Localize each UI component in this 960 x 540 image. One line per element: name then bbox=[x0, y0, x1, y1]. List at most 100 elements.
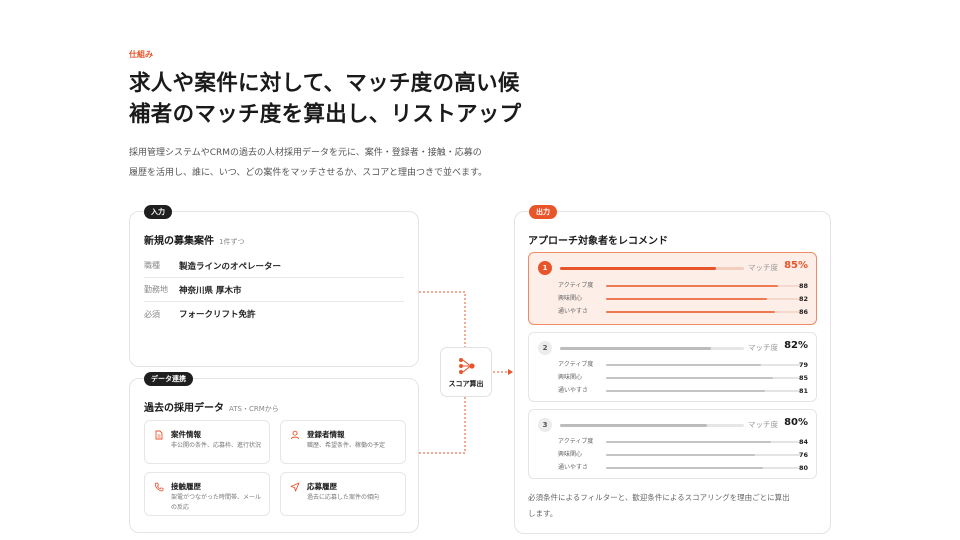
metric-bar-fill bbox=[606, 390, 765, 392]
field-row-location: 勤務地 神奈川県 厚木市 bbox=[144, 278, 404, 302]
source-registrant-info: 登録者情報 職歴、希望条件、稼働の予定 bbox=[280, 420, 406, 464]
metric-label: アクティブ度 bbox=[558, 438, 594, 445]
metric-row: 通いやすさ 80 bbox=[558, 463, 808, 473]
output-footnote: 必須条件によるフィルターと、歓迎条件によるスコアリングを理由ごとに算出 します。 bbox=[528, 490, 818, 522]
input-card-subtitle: 1件ずつ bbox=[219, 238, 245, 246]
field-value: フォークリフト免許 bbox=[179, 310, 256, 320]
rank-badge: 1 bbox=[538, 261, 552, 275]
metric-bar bbox=[606, 298, 802, 300]
output-arrowhead bbox=[508, 369, 513, 375]
metric-value: 81 bbox=[798, 387, 808, 395]
footnote-line-1: 必須条件によるフィルターと、歓迎条件によるスコアリングを理由ごとに算出 bbox=[528, 493, 790, 502]
metric-bar bbox=[606, 377, 802, 379]
headline-line-1: 求人や案件に対して、マッチ度の高い候 bbox=[129, 71, 520, 96]
data-connector bbox=[419, 397, 466, 454]
metric-value: 88 bbox=[798, 282, 808, 290]
candidate-card-1[interactable]: 1 マッチ度 85% アクティブ度 88 興味関心 82 通いやすさ 86 bbox=[528, 252, 817, 325]
rank-badge: 2 bbox=[538, 341, 552, 355]
metric-label: アクティブ度 bbox=[558, 282, 594, 289]
lead-paragraph: 採用管理システムやCRMの過去の人材採用データを元に、案件・登録者・接触・応募の… bbox=[129, 143, 569, 183]
metric-bar-fill bbox=[606, 377, 773, 379]
page-headline: 求人や案件に対して、マッチ度の高い候 補者のマッチ度を算出し、リストアップ bbox=[129, 68, 559, 130]
metric-value: 82 bbox=[798, 295, 808, 303]
input-connector bbox=[419, 291, 466, 347]
candidate-card-3[interactable]: 3 マッチ度 80% アクティブ度 84 興味関心 76 通いやすさ 80 bbox=[528, 409, 817, 479]
metric-row: 通いやすさ 86 bbox=[558, 307, 808, 317]
field-value: 神奈川県 厚木市 bbox=[179, 285, 242, 296]
match-bar bbox=[560, 424, 744, 427]
input-card-title-text: 新規の募集案件 bbox=[144, 236, 214, 247]
footnote-line-2: します。 bbox=[528, 509, 558, 518]
rank-badge: 3 bbox=[538, 418, 552, 432]
metric-value: 76 bbox=[798, 451, 808, 459]
metric-value: 79 bbox=[798, 361, 808, 369]
metric-bar-fill bbox=[606, 454, 755, 456]
field-label: 職種 bbox=[144, 261, 160, 270]
source-application-history: 応募履歴 過去に応募した案件の傾向 bbox=[280, 472, 406, 516]
output-card-title: アプローチ対象者をレコメンド bbox=[528, 236, 668, 247]
data-badge: データ連携 bbox=[144, 372, 193, 386]
metric-bar-fill bbox=[606, 441, 771, 443]
field-row-required: 必須 フォークリフト免許 bbox=[144, 302, 404, 326]
metric-bar-fill bbox=[606, 364, 761, 366]
match-bar bbox=[560, 267, 744, 270]
input-card: 入力 新規の募集案件 1件ずつ 職種 製造ラインのオペレーター 勤務地 神奈川県 … bbox=[129, 205, 419, 367]
metric-bar-fill bbox=[606, 298, 767, 300]
metric-bar-fill bbox=[606, 467, 763, 469]
score-value: 85% bbox=[784, 260, 808, 271]
data-card-subtitle: ATS・CRMから bbox=[229, 405, 279, 413]
source-desc: 架電がつながった時間帯、メールの反応 bbox=[171, 494, 262, 511]
metric-row: 興味関心 76 bbox=[558, 450, 808, 460]
score-value: 82% bbox=[784, 340, 808, 351]
candidate-card-2[interactable]: 2 マッチ度 82% アクティブ度 79 興味関心 85 通いやすさ 81 bbox=[528, 332, 817, 402]
hub-label: スコア算出 bbox=[448, 380, 484, 388]
metric-bar-fill bbox=[606, 311, 775, 313]
score-label: マッチ度 bbox=[748, 343, 778, 352]
source-desc: 職歴、希望条件、稼働の予定 bbox=[307, 442, 386, 449]
field-value: 製造ラインのオペレーター bbox=[179, 261, 282, 272]
input-badge: 入力 bbox=[144, 205, 172, 219]
metric-value: 85 bbox=[798, 374, 808, 382]
metric-bar bbox=[606, 364, 802, 366]
source-title: 案件情報 bbox=[171, 430, 201, 439]
headline-line-2: 補者のマッチ度を算出し、リストアップ bbox=[129, 102, 522, 127]
metric-value: 80 bbox=[798, 464, 808, 472]
metric-row: 興味関心 82 bbox=[558, 294, 808, 304]
metric-bar bbox=[606, 467, 802, 469]
metric-row: 通いやすさ 81 bbox=[558, 386, 808, 396]
match-bar-fill bbox=[560, 267, 717, 270]
metric-value: 86 bbox=[798, 308, 808, 316]
metric-label: 通いやすさ bbox=[558, 387, 589, 394]
input-card-title: 新規の募集案件 1件ずつ bbox=[144, 232, 244, 247]
metric-bar bbox=[606, 454, 802, 456]
data-card-title-text: 過去の採用データ bbox=[144, 403, 224, 414]
output-badge: 出力 bbox=[529, 205, 557, 219]
metric-bar bbox=[606, 441, 802, 443]
source-title: 登録者情報 bbox=[307, 430, 345, 439]
field-label: 必須 bbox=[144, 309, 160, 319]
metric-bar bbox=[606, 390, 802, 392]
metric-label: 通いやすさ bbox=[558, 308, 589, 315]
data-card-title: 過去の採用データ ATS・CRMから bbox=[144, 399, 279, 414]
lead-line-1: 採用管理システムやCRMの過去の人材採用データを元に、案件・登録者・接触・応募の bbox=[129, 148, 482, 158]
metric-bar bbox=[606, 311, 802, 313]
match-bar-fill bbox=[560, 347, 711, 350]
field-label: 勤務地 bbox=[144, 285, 168, 294]
section-eyebrow: 仕組み bbox=[129, 50, 153, 59]
metric-row: アクティブ度 79 bbox=[558, 360, 808, 370]
source-desc: 過去に応募した案件の傾向 bbox=[307, 494, 380, 501]
data-card: データ連携 過去の採用データ ATS・CRMから 案件情報 非公開の条件、応募枠、… bbox=[129, 372, 419, 533]
metric-bar-fill bbox=[606, 285, 779, 287]
metric-bar bbox=[606, 285, 802, 287]
metric-value: 84 bbox=[798, 438, 808, 446]
metric-label: 興味関心 bbox=[558, 295, 583, 302]
phone-icon bbox=[154, 482, 164, 492]
source-job-info: 案件情報 非公開の条件、応募枠、進行状況 bbox=[144, 420, 270, 464]
metric-label: アクティブ度 bbox=[558, 361, 594, 368]
metric-row: 興味関心 85 bbox=[558, 373, 808, 383]
lead-line-2: 履歴を活用し、誰に、いつ、どの案件をマッチさせるか、スコアと理由つきで並べます。 bbox=[129, 168, 488, 178]
source-title: 接触履歴 bbox=[171, 482, 201, 491]
score-label: マッチ度 bbox=[748, 263, 778, 272]
metric-row: アクティブ度 84 bbox=[558, 437, 808, 447]
source-contact-history: 接触履歴 架電がつながった時間帯、メールの反応 bbox=[144, 472, 270, 516]
